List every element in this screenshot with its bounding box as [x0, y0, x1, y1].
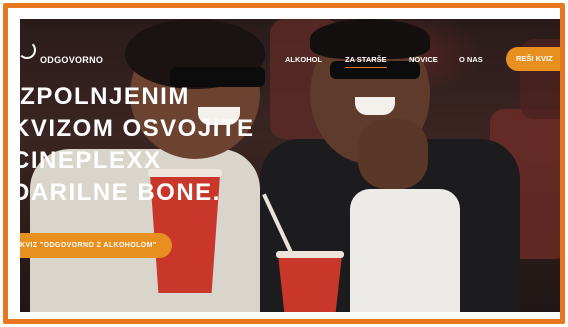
top-nav: ODGOVORNO ALKOHOL ZA STARŠE NOVICE O NAS…: [20, 19, 560, 71]
headline-line-1: IZPOLNJENIM: [20, 83, 190, 110]
logo-icon[interactable]: [20, 41, 36, 59]
nav-item-za-starse[interactable]: ZA STARŠE: [345, 55, 387, 68]
nav-item-novice[interactable]: NOVICE: [409, 55, 438, 64]
hero-banner: ODGOVORNO ALKOHOL ZA STARŠE NOVICE O NAS…: [20, 19, 560, 312]
headline-line-3: CINEPLEXX: [20, 147, 162, 174]
headline-line-2: KVIZOM OSVOJITE: [20, 115, 255, 142]
hand-right: [358, 119, 428, 189]
hero-headline: IZPOLNJENIM KVIZOM OSVOJITE CINEPLEXX DA…: [20, 81, 255, 209]
soda-cup-right: [278, 255, 342, 312]
person-right-shirt: [350, 189, 460, 312]
quiz-button[interactable]: KVIZ "ODGOVORNO Z ALKOHOLOM": [20, 233, 172, 258]
solve-quiz-button[interactable]: REŠI KVIZ: [506, 47, 560, 71]
brand-logo-text[interactable]: ODGOVORNO: [40, 55, 103, 65]
screenshot-frame: ODGOVORNO ALKOHOL ZA STARŠE NOVICE O NAS…: [0, 0, 568, 327]
smile-right: [355, 97, 395, 115]
headline-line-4: DARILNE BONE.: [20, 179, 221, 206]
nav-item-alkohol[interactable]: ALKOHOL: [285, 55, 322, 64]
cup-lid-right: [276, 251, 344, 258]
nav-item-o-nas[interactable]: O NAS: [459, 55, 483, 64]
